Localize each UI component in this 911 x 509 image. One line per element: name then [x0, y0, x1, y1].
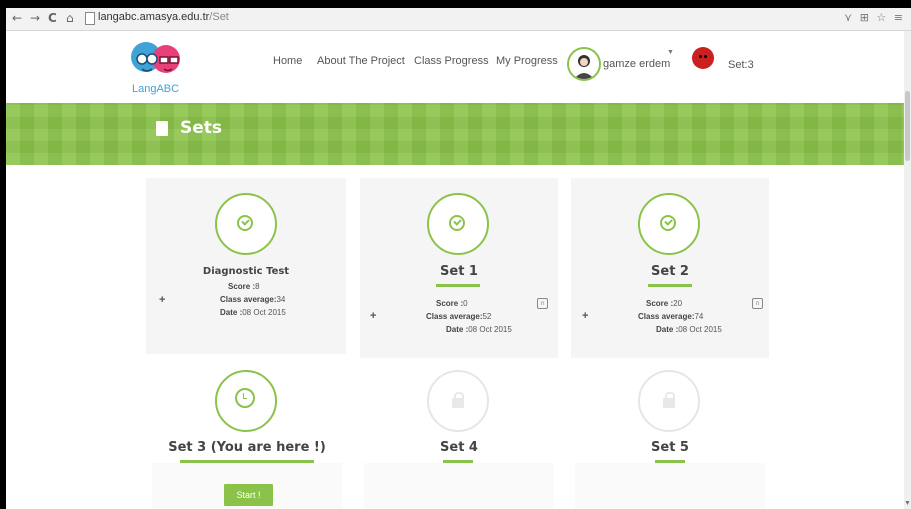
set-title: Set 3 (You are here !) — [168, 440, 326, 455]
start-button[interactable]: Start ! — [224, 484, 273, 506]
set-title-underline — [180, 460, 314, 463]
reload-icon[interactable]: C — [48, 11, 57, 25]
scroll-down-icon[interactable]: ▼ — [904, 500, 911, 507]
set-status-circle — [638, 370, 700, 432]
score-label: Score : — [436, 299, 464, 308]
set-title-underline — [443, 460, 473, 463]
chevron-down-icon[interactable]: ▼ — [667, 49, 674, 56]
browser-toolbar: ← → C ⌂ langabc.amasya.edu.tr/Set ⋎ ⊞ ☆ … — [6, 8, 911, 31]
set-title: Set 2 — [651, 264, 689, 279]
check-icon — [449, 215, 465, 231]
set-class-average: Class average:52 — [426, 312, 491, 321]
nav-about-project[interactable]: About The Project — [317, 55, 405, 67]
set-status-circle — [427, 370, 489, 432]
nav-my-progress[interactable]: My Progress — [496, 55, 558, 67]
user-avatar[interactable] — [567, 47, 601, 81]
set-status-circle — [638, 193, 700, 255]
headphones-icon[interactable]: ∩ — [752, 298, 763, 309]
set-status-circle — [215, 370, 277, 432]
set-status-circle — [427, 193, 489, 255]
score-label: Score : — [228, 282, 256, 291]
set-class-average: Class average:74 — [638, 312, 703, 321]
date-value: 08 Oct 2015 — [242, 308, 286, 317]
check-icon — [237, 215, 253, 231]
set-title-underline — [436, 284, 480, 287]
class-average-value: 74 — [694, 312, 704, 321]
class-average-label: Class average: — [426, 312, 483, 321]
set-score: Score :0 — [436, 299, 468, 308]
lock-icon — [663, 392, 675, 408]
date-value: 08 Oct 2015 — [468, 325, 512, 334]
score-label: Score : — [646, 299, 674, 308]
set-date: Date :08 Oct 2015 — [656, 325, 722, 334]
document-icon — [156, 121, 168, 136]
page-banner: Sets — [6, 103, 904, 165]
set-title-underline — [655, 460, 685, 463]
score-value: 20 — [673, 299, 683, 308]
set-title: Set 1 — [440, 264, 478, 279]
logo-text: LangABC — [132, 83, 180, 95]
set-score: Score :8 — [228, 282, 260, 291]
user-avatar-icon — [574, 55, 594, 79]
alarm-clock-icon — [235, 388, 255, 408]
headphones-icon[interactable]: ∩ — [537, 298, 548, 309]
site-header: LangABC Home About The Project Class Pro… — [6, 31, 904, 103]
forward-icon[interactable]: → — [30, 11, 40, 25]
url-host: langabc.amasya.edu.tr — [98, 11, 210, 23]
class-average-label: Class average: — [638, 312, 695, 321]
current-set-face-icon — [692, 47, 714, 69]
set-title: Set 5 — [651, 440, 689, 455]
url-path: /Set — [209, 11, 229, 23]
class-average-label: Class average: — [220, 295, 277, 304]
browser-menu-icons[interactable]: ⋎ ⊞ ☆ ≡ — [844, 11, 905, 24]
set-title-underline — [648, 284, 692, 287]
check-icon — [660, 215, 676, 231]
plus-icon[interactable]: + — [370, 310, 376, 322]
set-title: Diagnostic Test — [202, 266, 290, 277]
scrollbar-thumb[interactable] — [905, 91, 910, 161]
class-average-value: 34 — [276, 295, 286, 304]
page-icon — [85, 12, 95, 25]
date-value: 08 Oct 2015 — [678, 325, 722, 334]
set-date: Date :08 Oct 2015 — [220, 308, 286, 317]
set-title: Set 4 — [440, 440, 478, 455]
username[interactable]: gamze erdem — [603, 58, 670, 70]
date-label: Date : — [220, 308, 243, 317]
nav-class-progress[interactable]: Class Progress — [414, 55, 489, 67]
set-date: Date :08 Oct 2015 — [446, 325, 512, 334]
set-card-set-4 — [364, 463, 554, 509]
score-value: 8 — [255, 282, 260, 291]
page-scrollbar[interactable]: ▼ — [904, 31, 911, 509]
address-bar[interactable]: langabc.amasya.edu.tr/Set — [98, 11, 229, 23]
nav-home[interactable]: Home — [273, 55, 302, 67]
score-value: 0 — [463, 299, 468, 308]
current-set-indicator: Set:3 — [728, 59, 754, 71]
plus-icon[interactable]: + — [159, 294, 165, 306]
back-icon[interactable]: ← — [12, 11, 22, 25]
set-class-average: Class average:34 — [220, 295, 285, 304]
date-label: Date : — [446, 325, 469, 334]
home-icon[interactable]: ⌂ — [66, 11, 74, 25]
set-card-set-5 — [575, 463, 765, 509]
set-status-circle — [215, 193, 277, 255]
date-label: Date : — [656, 325, 679, 334]
page-title: Sets — [180, 118, 223, 138]
lock-icon — [452, 392, 464, 408]
class-average-value: 52 — [482, 312, 492, 321]
plus-icon[interactable]: + — [582, 310, 588, 322]
set-score: Score :20 — [646, 299, 682, 308]
browser-window: ← → C ⌂ langabc.amasya.edu.tr/Set ⋎ ⊞ ☆ … — [6, 8, 911, 509]
